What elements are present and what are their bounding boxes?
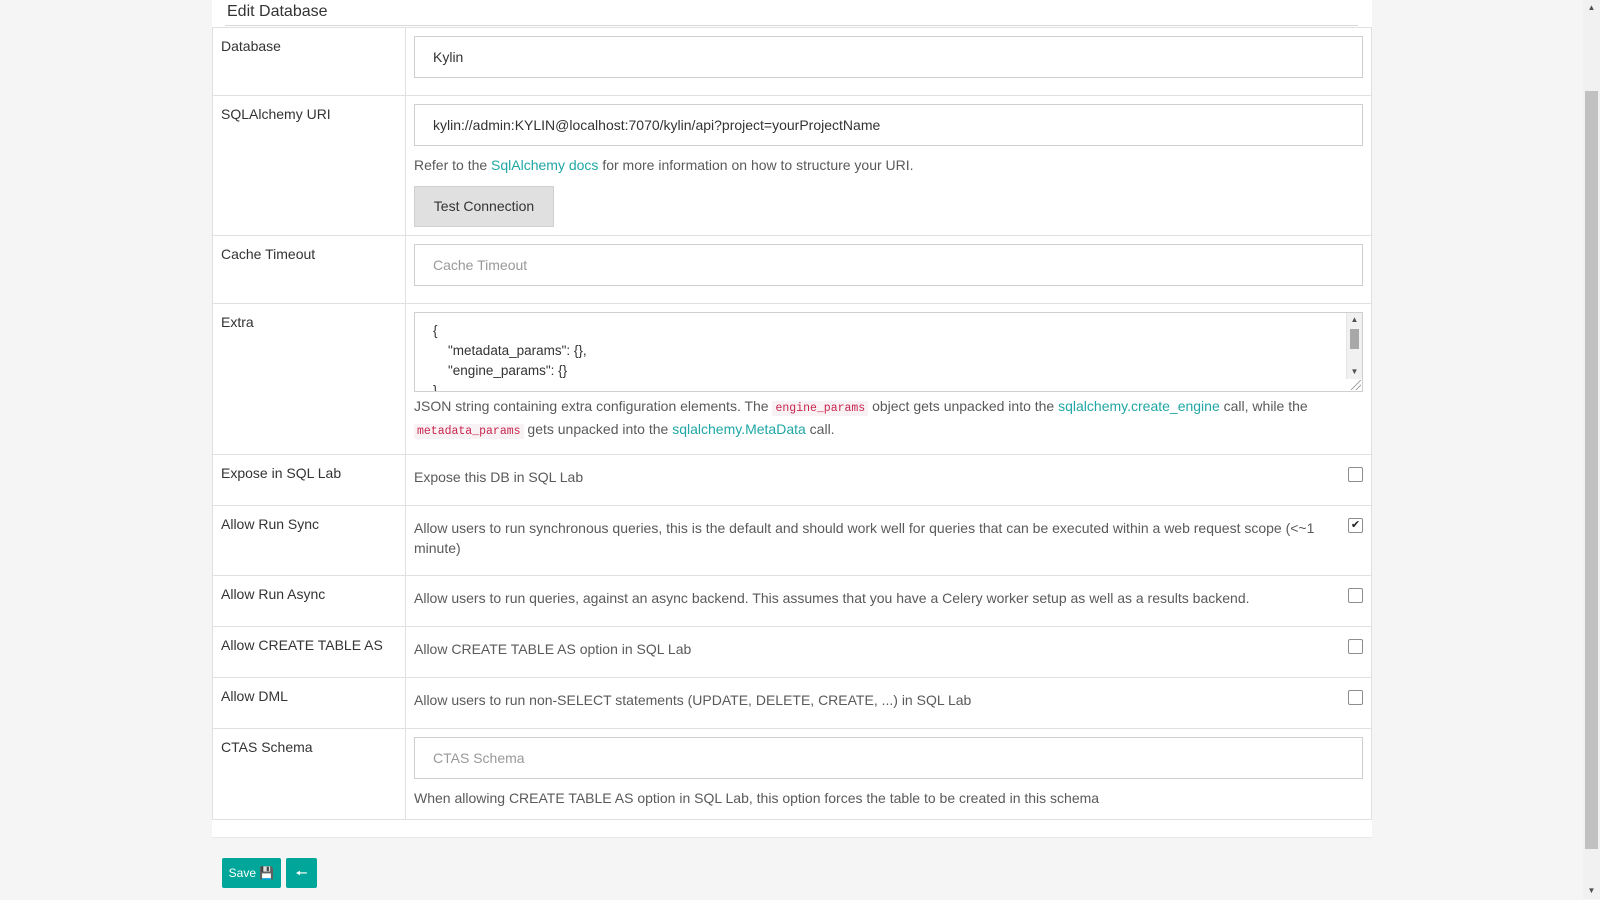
row-allow-run-async: Allow Run Async Allow users to run queri… — [212, 575, 1372, 627]
database-label: Database — [221, 38, 281, 54]
expose-sql-lab-checkbox[interactable] — [1348, 467, 1363, 482]
sqlalchemy-uri-help: Refer to the SqlAlchemy docs for more in… — [414, 157, 914, 173]
create-engine-link[interactable]: sqlalchemy.create_engine — [1058, 398, 1220, 414]
test-connection-button[interactable]: Test Connection — [414, 186, 554, 227]
allow-run-sync-label: Allow Run Sync — [221, 516, 320, 532]
sqlalchemy-uri-input[interactable]: kylin://admin:KYLIN@localhost:7070/kylin… — [414, 104, 1363, 146]
page-scroll-thumb[interactable] — [1585, 91, 1598, 849]
extra-help: JSON string containing extra configurati… — [414, 398, 1308, 439]
allow-run-async-label: Allow Run Async — [221, 586, 326, 602]
back-button[interactable]: 🠔 — [286, 858, 317, 888]
metadata-params-code: metadata_params — [414, 424, 524, 439]
allow-run-sync-checkbox[interactable]: ✔ — [1348, 518, 1363, 533]
row-allow-dml: Allow DML Allow users to run non-SELECT … — [212, 677, 1372, 729]
cache-timeout-label: Cache Timeout — [221, 246, 316, 262]
row-expose-sql-lab: Expose in SQL Lab Expose this DB in SQL … — [212, 454, 1372, 506]
row-cache-timeout: Cache Timeout Cache Timeout — [212, 235, 1372, 304]
metadata-link[interactable]: sqlalchemy.MetaData — [672, 421, 806, 437]
textarea-scroll-thumb[interactable] — [1350, 329, 1359, 349]
edit-database-form: Database Kylin SQLAlchemy URI kylin://ad… — [212, 27, 1372, 820]
ctas-schema-help: When allowing CREATE TABLE AS option in … — [414, 790, 1100, 806]
scroll-down-icon[interactable]: ▼ — [1347, 365, 1362, 379]
cache-timeout-input[interactable]: Cache Timeout — [414, 244, 1363, 286]
page-scroll-up-icon[interactable]: ▲ — [1583, 0, 1600, 16]
database-name-input[interactable]: Kylin — [414, 36, 1363, 78]
row-allow-run-sync: Allow Run Sync Allow users to run synchr… — [212, 505, 1372, 576]
form-header: Edit Database — [225, 0, 1358, 26]
sqlalchemy-docs-link[interactable]: SqlAlchemy docs — [491, 157, 598, 173]
row-sqlalchemy-uri: SQLAlchemy URI kylin://admin:KYLIN@local… — [212, 95, 1372, 236]
row-extra: Extra { "metadata_params": {}, "engine_p… — [212, 303, 1372, 455]
allow-ctas-description: Allow CREATE TABLE AS option in SQL Lab — [414, 641, 692, 657]
allow-run-async-description: Allow users to run queries, against an a… — [414, 590, 1250, 606]
extra-json-textarea[interactable]: { "metadata_params": {}, "engine_params"… — [414, 312, 1363, 392]
expose-sql-lab-description: Expose this DB in SQL Lab — [414, 469, 584, 485]
resize-handle-icon[interactable] — [1351, 380, 1361, 390]
allow-dml-description: Allow users to run non-SELECT statements… — [414, 692, 972, 708]
save-button[interactable]: Save 💾 — [222, 858, 281, 888]
form-footer: Save 💾 🠔 — [212, 837, 1372, 900]
page-title: Edit Database — [227, 3, 328, 20]
allow-ctas-label: Allow CREATE TABLE AS — [221, 637, 383, 653]
expose-sql-lab-label: Expose in SQL Lab — [221, 465, 342, 481]
allow-dml-label: Allow DML — [221, 688, 288, 704]
allow-ctas-checkbox[interactable] — [1348, 639, 1363, 654]
row-allow-ctas: Allow CREATE TABLE AS Allow CREATE TABLE… — [212, 626, 1372, 678]
row-ctas-schema: CTAS Schema CTAS Schema When allowing CR… — [212, 728, 1372, 820]
arrow-left-icon: 🠔 — [295, 865, 308, 881]
ctas-schema-label: CTAS Schema — [221, 739, 313, 755]
allow-run-async-checkbox[interactable] — [1348, 588, 1363, 603]
sqlalchemy-uri-label: SQLAlchemy URI — [221, 106, 331, 122]
page-scrollbar[interactable]: ▲ ▼ — [1583, 0, 1600, 899]
extra-json-content: { "metadata_params": {}, "engine_params"… — [433, 323, 587, 392]
scroll-up-icon[interactable]: ▲ — [1347, 313, 1362, 327]
row-database: Database Kylin — [212, 27, 1372, 96]
engine-params-code: engine_params — [772, 401, 869, 416]
extra-label: Extra — [221, 314, 254, 330]
ctas-schema-input[interactable]: CTAS Schema — [414, 737, 1363, 779]
allow-dml-checkbox[interactable] — [1348, 690, 1363, 705]
floppy-disk-icon: 💾 — [259, 866, 275, 880]
page-scroll-down-icon[interactable]: ▼ — [1583, 883, 1600, 899]
textarea-scrollbar[interactable]: ▲ ▼ — [1346, 313, 1362, 379]
allow-run-sync-description: Allow users to run synchronous queries, … — [414, 520, 1315, 556]
